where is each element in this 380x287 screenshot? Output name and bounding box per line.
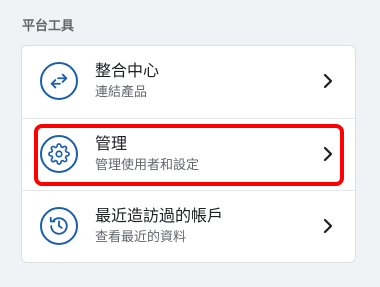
chevron-right-icon bbox=[323, 218, 333, 234]
list-item-sublabel: 管理使用者和設定 bbox=[95, 158, 200, 173]
list-item-label: 管理 bbox=[95, 134, 128, 153]
list-item-sublabel: 查看最近的資料 bbox=[95, 230, 187, 245]
list-item-label: 最近造訪過的帳戶 bbox=[95, 206, 224, 225]
platform-tools-card: 整合中心 連結產品 管理 管理使用者和設定 最近造訪過的帳戶 查看最近的資料 bbox=[21, 45, 356, 263]
history-clock-icon bbox=[40, 207, 78, 245]
highlight-box bbox=[34, 124, 344, 186]
swap-arrows-icon bbox=[40, 62, 78, 100]
chevron-right-icon bbox=[323, 146, 333, 162]
gear-icon bbox=[40, 135, 78, 173]
chevron-right-icon bbox=[323, 73, 333, 89]
list-item-integration-center[interactable]: 整合中心 連結產品 bbox=[22, 46, 355, 118]
list-item-sublabel: 連結產品 bbox=[95, 85, 148, 100]
section-title: 平台工具 bbox=[22, 19, 75, 34]
list-item-label: 整合中心 bbox=[95, 61, 160, 80]
list-item-recent-accounts[interactable]: 最近造訪過的帳戶 查看最近的資料 bbox=[22, 190, 355, 262]
list-item-management[interactable]: 管理 管理使用者和設定 bbox=[22, 118, 355, 190]
